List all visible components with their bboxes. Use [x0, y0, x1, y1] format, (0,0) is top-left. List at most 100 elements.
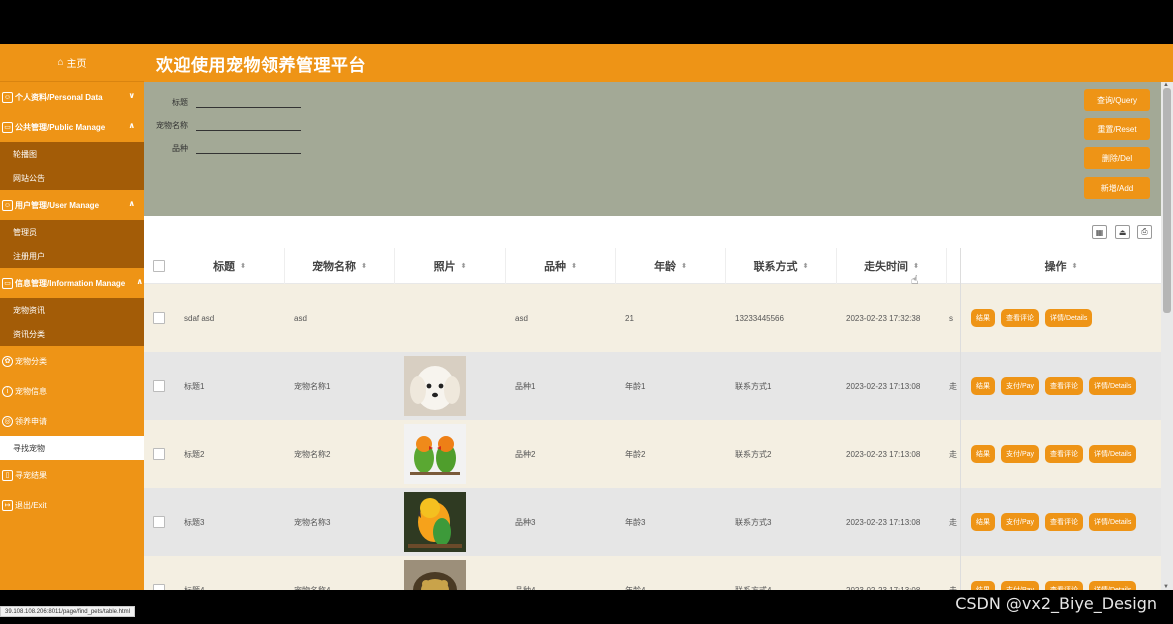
row-actions: 结果 支付/Pay 查看评论 详情/Details — [960, 556, 1161, 590]
cell-pet-name: 宠物名称3 — [294, 517, 331, 527]
column-header-label: 宠物名称 — [312, 261, 357, 273]
cell-contact: 13233445566 — [735, 313, 784, 323]
user-icon: ☺ — [2, 199, 13, 211]
view-comments-button[interactable]: 查看评论 — [1001, 309, 1039, 327]
sidebar-item-registered-users[interactable]: 注册用户 — [0, 244, 144, 268]
pet-name-input[interactable] — [196, 117, 301, 131]
sidebar-group-public-manage[interactable]: ▭ 公共管理/Public Manage ∧ — [0, 112, 144, 142]
lovebirds-photo — [404, 424, 466, 484]
column-header-lost-time[interactable]: 走失时间 ⬍ — [837, 248, 947, 284]
sidebar-item-announcements[interactable]: 网站公告 — [0, 166, 144, 190]
view-comments-button[interactable]: 查看评论 — [1045, 513, 1084, 531]
sidebar-item-admins[interactable]: 管理员 — [0, 220, 144, 244]
sidebar-group-personal-data[interactable]: ☺ 个人资料/Personal Data ∨ — [0, 82, 144, 112]
vertical-scrollbar[interactable]: ▲ ▼ — [1161, 82, 1173, 590]
delete-button[interactable]: 删除/Del — [1084, 147, 1150, 169]
cell-title: 标题1 — [184, 381, 205, 391]
user-icon: ☺ — [2, 91, 13, 103]
row-actions: 结果 支付/Pay 查看评论 详情/Details — [960, 352, 1161, 420]
result-button[interactable]: 结果 — [971, 445, 995, 463]
cell-truncated: s — [949, 313, 953, 323]
page-title: 欢迎使用宠物领养管理平台 — [156, 55, 366, 75]
columns-icon[interactable]: ▦ — [1092, 225, 1107, 239]
app-window: ⌂ 主页 ☺ 个人资料/Personal Data ∨ ▭ 公共管理/Publi… — [0, 44, 1173, 590]
result-button[interactable]: 结果 — [971, 309, 995, 327]
result-button[interactable]: 结果 — [971, 513, 995, 531]
row-checkbox[interactable] — [153, 312, 165, 324]
table-row[interactable]: 标题1 宠物名称1 品种1 年龄1 联系方式1 2023-02-23 17:13… — [144, 352, 1161, 420]
cell-contact: 联系方式4 — [735, 585, 772, 591]
column-header-contact[interactable]: 联系方式 ⬍ — [726, 248, 837, 284]
view-comments-button[interactable]: 查看评论 — [1045, 581, 1084, 590]
sort-icon: ⬍ — [681, 263, 687, 270]
sidebar-group-label: 信息管理/Information Manage — [15, 278, 126, 288]
white-dog-photo — [404, 356, 466, 416]
result-button[interactable]: 结果 — [971, 377, 995, 395]
table-row[interactable]: 标题4 宠物名称4 品种4 年龄4 联系方式4 2023-02-23 17:13… — [144, 556, 1161, 590]
pay-button[interactable]: 支付/Pay — [1001, 445, 1040, 463]
sidebar-group-information-manage[interactable]: ▭ 信息管理/Information Manage ∧ — [0, 268, 144, 298]
pay-button[interactable]: 支付/Pay — [1001, 513, 1040, 531]
select-all-checkbox[interactable] — [153, 260, 165, 272]
view-comments-button[interactable]: 查看评论 — [1045, 377, 1084, 395]
title-input[interactable] — [196, 94, 301, 108]
cell-breed: 品种4 — [515, 585, 536, 591]
globe-icon: ◎ — [2, 415, 13, 427]
column-header-title[interactable]: 标题 ⬍ — [175, 248, 285, 284]
column-header-age[interactable]: 年龄 ⬍ — [616, 248, 726, 284]
add-button[interactable]: 新增/Add — [1084, 177, 1150, 199]
sidebar-home[interactable]: ⌂ 主页 — [0, 44, 144, 82]
cell-pet-name: 宠物名称4 — [294, 585, 331, 591]
table-row[interactable]: sdaf asd asd asd 21 13233445566 2023-02-… — [144, 284, 1161, 352]
cell-title: sdaf asd — [184, 313, 215, 323]
cell-title: 标题3 — [184, 517, 205, 527]
info-icon: i — [2, 385, 13, 397]
sidebar-item-pet-news[interactable]: 宠物资讯 — [0, 298, 144, 322]
export-icon[interactable]: ⏏ — [1115, 225, 1130, 239]
column-header-photo[interactable]: 照片 ⬍ — [395, 248, 506, 284]
sidebar-item-news-categories[interactable]: 资讯分类 — [0, 322, 144, 346]
sidebar-item-carousel[interactable]: 轮播图 — [0, 142, 144, 166]
screen-top-black-bar — [0, 0, 1173, 44]
sidebar-item-pet-info[interactable]: i 宠物信息 — [0, 376, 144, 406]
table-row[interactable]: 标题3 宠物名称3 品种3 年龄3 联系方式3 2023-02-23 17:13… — [144, 488, 1161, 556]
sidebar: ⌂ 主页 ☺ 个人资料/Personal Data ∨ ▭ 公共管理/Publi… — [0, 44, 144, 590]
sort-icon: ⬍ — [460, 263, 467, 270]
details-button[interactable]: 详情/Details — [1089, 377, 1137, 395]
cell-title: 标题2 — [184, 449, 205, 459]
sidebar-item-adoption-requests[interactable]: ◎ 领养申请 — [0, 406, 144, 436]
pay-button[interactable]: 支付/Pay — [1001, 377, 1040, 395]
column-header-breed[interactable]: 品种 ⬍ — [506, 248, 616, 284]
column-header-pet-name[interactable]: 宠物名称 ⬍ — [285, 248, 395, 284]
cell-lost-time: 2023-02-23 17:13:08 — [846, 517, 921, 527]
sidebar-item-search-results[interactable]: ▯ 寻宠结果 — [0, 460, 144, 490]
pay-button[interactable]: 支付/Pay — [1001, 581, 1040, 590]
cell-pet-name: 宠物名称2 — [294, 449, 331, 459]
column-header-label: 品种 — [544, 261, 567, 273]
details-button[interactable]: 详情/Details — [1089, 513, 1137, 531]
column-header-label: 联系方式 — [753, 261, 798, 273]
search-field-title: 标题 — [144, 94, 301, 108]
pets-table: 标题 ⬍ 宠物名称 ⬍ 照片 ⬍ 品种 ⬍ 年龄 ⬍ 联系方式 ⬍ 走失时间 ⬍ 操作 ⬍ — [144, 248, 1161, 590]
breed-input[interactable] — [196, 140, 301, 154]
sidebar-group-user-manage[interactable]: ☺ 用户管理/User Manage ∧ — [0, 190, 144, 220]
print-icon[interactable]: ⎙ — [1137, 225, 1152, 239]
query-button[interactable]: 查询/Query — [1084, 89, 1150, 111]
details-button[interactable]: 详情/Details — [1045, 309, 1093, 327]
reset-button[interactable]: 重置/Reset — [1084, 118, 1150, 140]
cell-truncated: 走 — [949, 381, 957, 391]
sidebar-item-exit[interactable]: ↦ 退出/Exit — [0, 490, 144, 520]
row-checkbox[interactable] — [153, 448, 165, 460]
cell-contact: 联系方式2 — [735, 449, 772, 459]
row-checkbox[interactable] — [153, 516, 165, 528]
result-button[interactable]: 结果 — [971, 581, 995, 590]
details-button[interactable]: 详情/Details — [1089, 445, 1137, 463]
row-checkbox[interactable] — [153, 380, 165, 392]
details-button[interactable]: 详情/Details — [1089, 581, 1137, 590]
sidebar-item-find-pets[interactable]: 寻找宠物 — [0, 436, 144, 460]
view-comments-button[interactable]: 查看评论 — [1045, 445, 1084, 463]
sidebar-item-pet-categories[interactable]: ✿ 宠物分类 — [0, 346, 144, 376]
scrollbar-thumb[interactable] — [1163, 88, 1171, 313]
sidebar-item-label: 宠物信息 — [15, 386, 47, 396]
table-row[interactable]: 标题2 宠物名称2 品种2 年龄2 联系方式2 2023-02-23 17:13… — [144, 420, 1161, 488]
